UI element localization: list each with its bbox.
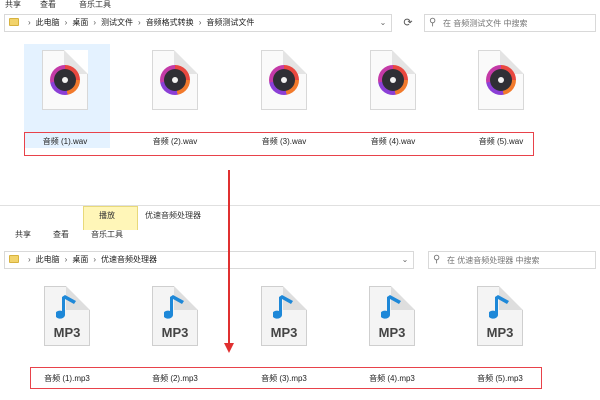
music-disc-icon [152, 50, 198, 110]
ribbon-tabs: 共享 查看 音乐工具 [0, 230, 600, 241]
file-ext-label: MP3 [161, 325, 189, 340]
highlight-box-wav [24, 132, 534, 156]
tab-view[interactable]: 查看 [40, 0, 56, 11]
tab-music-tools[interactable]: 音乐工具 [91, 230, 123, 241]
breadcrumb-test-files[interactable]: 测试文件 [101, 15, 133, 31]
breadcrumb-audio-convert[interactable]: 音频格式转换 [146, 15, 194, 31]
music-disc-icon [370, 50, 416, 110]
explorer-window-top: 共享 查看 音乐工具 › 此电脑 › 桌面 › 测试文件 › 音频格式转换 › 音频测试文件 ⌄ … [0, 0, 600, 196]
highlight-box-mp3 [30, 367, 542, 389]
music-note-icon [56, 295, 76, 319]
search-icon: ⚲ [429, 17, 437, 28]
breadcrumb-this-pc[interactable]: 此电脑 [36, 252, 60, 268]
chevron-right-icon: › [93, 255, 97, 264]
address-row: › 此电脑 › 桌面 › 优速音频处理器 ⌄ ⚲ [0, 249, 600, 271]
folder-icon [9, 18, 19, 26]
chevron-down-icon[interactable]: ⌄ [399, 252, 411, 268]
mp3-file-icon: MP3 [261, 286, 307, 346]
chevron-right-icon: › [28, 255, 31, 264]
refresh-icon[interactable]: ⟳ [400, 14, 416, 32]
explorer-window-bottom: 播放 优速音频处理器 共享 查看 音乐工具 › 此电脑 › 桌面 › 优速音频处理器 ⌄ … [0, 205, 600, 400]
breadcrumb-desktop[interactable]: 桌面 [72, 15, 88, 31]
chevron-right-icon: › [138, 18, 141, 27]
music-disc-icon [478, 50, 524, 110]
music-note-icon [273, 295, 293, 319]
file-ext-label: MP3 [486, 325, 514, 340]
address-bar[interactable]: › 此电脑 › 桌面 › 测试文件 › 音频格式转换 › 音频测试文件 ⌄ [4, 14, 392, 32]
file-ext-label: MP3 [53, 325, 81, 340]
chevron-right-icon: › [64, 18, 68, 27]
ribbon-tabs: 共享 查看 音乐工具 [0, 0, 600, 11]
search-box[interactable]: ⚲ [424, 14, 596, 32]
tab-view[interactable]: 查看 [53, 230, 69, 241]
tab-share[interactable]: 共享 [5, 0, 21, 11]
arrow-down-icon [224, 343, 234, 353]
mp3-file-icon: MP3 [369, 286, 415, 346]
folder-icon [9, 255, 19, 263]
music-note-icon [489, 295, 509, 319]
search-box[interactable]: ⚲ [428, 251, 596, 269]
tab-play[interactable]: 播放 [99, 211, 115, 222]
chevron-down-icon[interactable]: ⌄ [377, 15, 389, 31]
mp3-file-icon: MP3 [152, 286, 198, 346]
search-input[interactable] [447, 253, 587, 267]
breadcrumb-this-pc[interactable]: 此电脑 [36, 15, 60, 31]
music-disc-icon [42, 50, 88, 110]
music-note-icon [381, 295, 401, 319]
chevron-right-icon: › [64, 255, 68, 264]
breadcrumb: › 此电脑 › 桌面 › 测试文件 › 音频格式转换 › 音频测试文件 [9, 15, 254, 31]
breadcrumb-audio-test-files[interactable]: 音频测试文件 [206, 15, 254, 31]
arrow-line [228, 170, 230, 345]
breadcrumb: › 此电脑 › 桌面 › 优速音频处理器 [9, 252, 157, 268]
breadcrumb-desktop[interactable]: 桌面 [72, 252, 88, 268]
mp3-file-icon: MP3 [477, 286, 523, 346]
chevron-right-icon: › [93, 18, 97, 27]
chevron-right-icon: › [28, 18, 31, 27]
search-input[interactable] [443, 16, 583, 30]
breadcrumb-audio-processor[interactable]: 优速音频处理器 [101, 252, 157, 268]
mp3-file-icon: MP3 [44, 286, 90, 346]
tab-music-tools[interactable]: 音乐工具 [79, 0, 111, 11]
tab-share[interactable]: 共享 [15, 230, 31, 241]
music-note-icon [164, 295, 184, 319]
window-title: 优速音频处理器 [145, 211, 201, 220]
address-row: › 此电脑 › 桌面 › 测试文件 › 音频格式转换 › 音频测试文件 ⌄ ⟳ ⚲ [0, 12, 600, 34]
search-icon: ⚲ [433, 254, 441, 265]
chevron-right-icon: › [198, 18, 202, 27]
file-ext-label: MP3 [378, 325, 406, 340]
music-disc-icon [261, 50, 307, 110]
file-ext-label: MP3 [270, 325, 298, 340]
address-bar[interactable]: › 此电脑 › 桌面 › 优速音频处理器 ⌄ [4, 251, 414, 269]
